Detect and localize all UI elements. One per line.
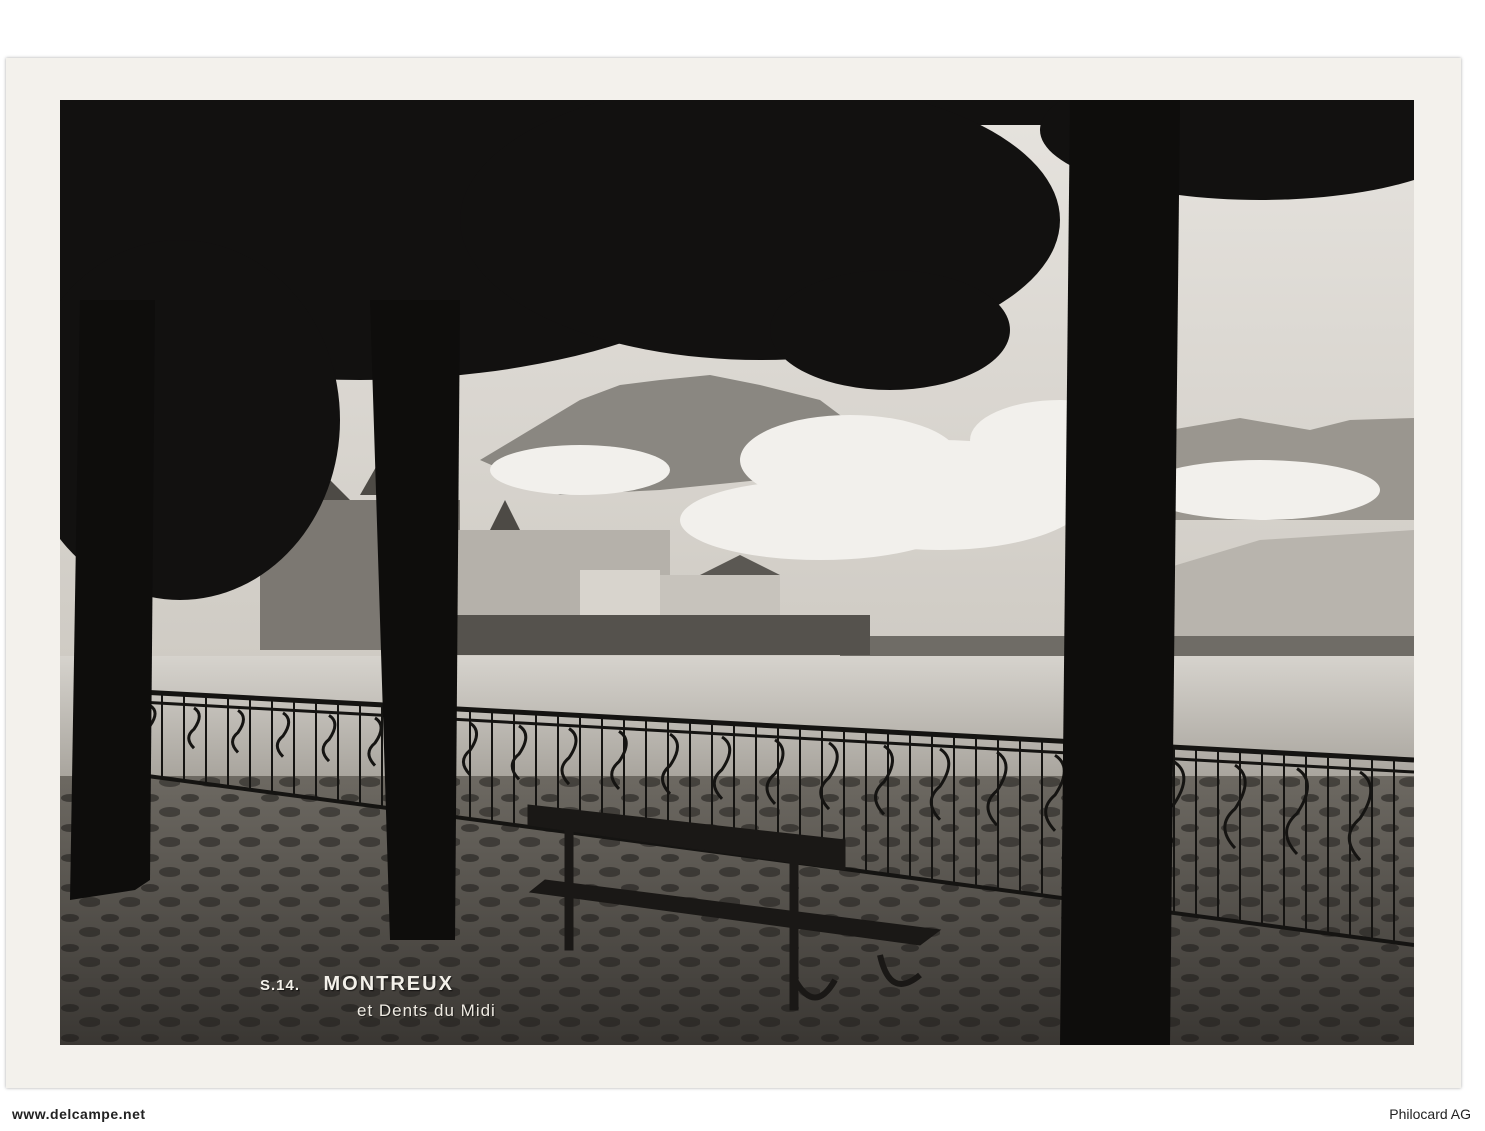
caption-number: S.14. [260, 977, 301, 994]
delcampe-watermark: www.delcampe.net [12, 1106, 146, 1122]
lake [60, 656, 1414, 776]
lakeside-scene [60, 100, 1414, 1045]
caption-city: MONTREUX [323, 973, 454, 995]
caption-title: S.14. MONTREUX [260, 973, 454, 996]
caption-subtitle: et Dents du Midi [357, 1001, 496, 1020]
philocard-watermark: Philocard AG [1389, 1106, 1471, 1122]
postcard-photo: S.14. MONTREUX et Dents du Midi [60, 100, 1414, 1045]
